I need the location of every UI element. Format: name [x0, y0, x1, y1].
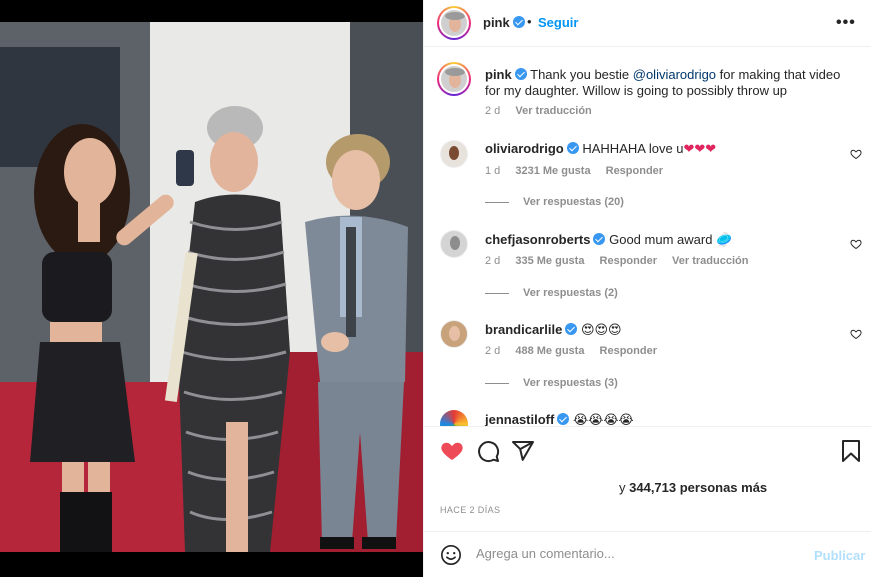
verified-badge-icon [593, 233, 606, 245]
post-actions: y 344,713 personas más HACE 2 DÍAS [424, 426, 871, 531]
comment-emoji: 😍😍😍 [580, 322, 622, 337]
comment-icon[interactable] [476, 439, 500, 463]
bookmark-icon[interactable] [840, 439, 862, 463]
comment-like-heart-icon[interactable] [850, 238, 862, 250]
view-replies-button[interactable]: Ver respuestas (20) [485, 196, 624, 208]
post-header: pink • Seguir ••• [424, 0, 871, 47]
comment-text: Good mum award [609, 232, 713, 247]
comment-body: chefjasonroberts Good mum award 🥏 [485, 232, 732, 248]
comment-text: HAHHAHA love u [582, 141, 684, 156]
author-username[interactable]: pink [483, 15, 510, 30]
emoji-icon[interactable] [440, 544, 462, 566]
verified-badge-icon [565, 323, 578, 335]
commenter-avatar[interactable] [440, 320, 468, 348]
more-icon[interactable]: ••• [836, 14, 856, 32]
comment-meta: 2 d 335 Me gusta Responder Ver traducció… [485, 255, 760, 267]
caption-translate-button[interactable]: Ver traducción [515, 105, 591, 117]
heart-icon[interactable] [440, 439, 464, 463]
likes-prefix: y [619, 480, 626, 495]
comment-time: 2 d [485, 255, 501, 267]
caption-time: 2 d [485, 105, 501, 117]
separator-dot: • [527, 14, 532, 29]
view-replies-button[interactable]: Ver respuestas (3) [485, 377, 618, 389]
commenter-username[interactable]: oliviarodrigo [485, 141, 564, 156]
commenter-username[interactable]: jennastiloff [485, 412, 554, 426]
comment-emoji: 🥏 [716, 232, 733, 247]
caption-mention-link[interactable]: @oliviarodrigo [633, 67, 716, 82]
verified-badge-icon [566, 142, 579, 154]
comment-likes[interactable]: 488 Me gusta [515, 345, 584, 357]
comment-input[interactable] [476, 546, 796, 561]
comment-reply-button[interactable]: Responder [600, 255, 657, 267]
comment-body: oliviarodrigo HAHHAHA love u❤❤❤ [485, 141, 716, 157]
post-media [0, 0, 423, 577]
comments-list[interactable]: pink Thank you bestie @oliviarodrigo for… [424, 48, 871, 426]
caption-meta: 2 d Ver traducción [485, 105, 604, 117]
comment-like-heart-icon[interactable] [850, 328, 862, 340]
comment-emoji: ❤❤❤ [683, 141, 717, 156]
verified-badge-icon [514, 68, 527, 80]
view-replies-button[interactable]: Ver respuestas (2) [485, 287, 618, 299]
share-icon[interactable] [511, 439, 535, 463]
caption-text: pink Thank you bestie @oliviarodrigo for… [485, 67, 845, 99]
commenter-username[interactable]: brandicarlile [485, 322, 562, 337]
comment-body: jennastiloff 😭😭😭😭 [485, 412, 634, 426]
comment-like-heart-icon[interactable] [850, 148, 862, 160]
caption-text-before: Thank you bestie [530, 67, 633, 82]
comment-reply-button[interactable]: Responder [606, 165, 663, 177]
comment-translate-button[interactable]: Ver traducción [672, 255, 748, 267]
verified-badge-icon [512, 16, 525, 28]
comment-reply-button[interactable]: Responder [600, 345, 657, 357]
comment-meta: 1 d 3231 Me gusta Responder [485, 165, 675, 177]
commenter-avatar[interactable] [440, 230, 468, 258]
comment-emoji: 😭😭😭😭 [572, 412, 634, 426]
author-username-row: pink [483, 15, 525, 30]
post-timestamp: HACE 2 DÍAS [440, 505, 501, 515]
photo-illustration [0, 22, 423, 552]
caption-avatar[interactable] [437, 62, 471, 96]
comment-likes[interactable]: 335 Me gusta [515, 255, 584, 267]
post-sidebar: pink • Seguir ••• pink Thank you bestie … [423, 0, 871, 577]
add-comment-bar: Publicar [424, 531, 871, 577]
author-avatar[interactable] [437, 6, 471, 40]
verified-badge-icon [557, 413, 570, 425]
commenter-avatar[interactable] [440, 410, 468, 426]
caption-username[interactable]: pink [485, 67, 512, 82]
likes-text[interactable]: 344,713 personas más [629, 480, 767, 495]
publish-button[interactable]: Publicar [814, 548, 865, 563]
comment-body: brandicarlile 😍😍😍 [485, 322, 622, 338]
commenter-username[interactable]: chefjasonroberts [485, 232, 590, 247]
likes-count[interactable]: y 344,713 personas más [619, 480, 767, 495]
comment-meta: 2 d 488 Me gusta Responder [485, 345, 669, 357]
follow-button[interactable]: Seguir [538, 15, 578, 30]
commenter-avatar[interactable] [440, 140, 468, 168]
post-photo[interactable] [0, 22, 423, 552]
comment-time: 1 d [485, 165, 501, 177]
comment-time: 2 d [485, 345, 501, 357]
comment-likes[interactable]: 3231 Me gusta [515, 165, 590, 177]
